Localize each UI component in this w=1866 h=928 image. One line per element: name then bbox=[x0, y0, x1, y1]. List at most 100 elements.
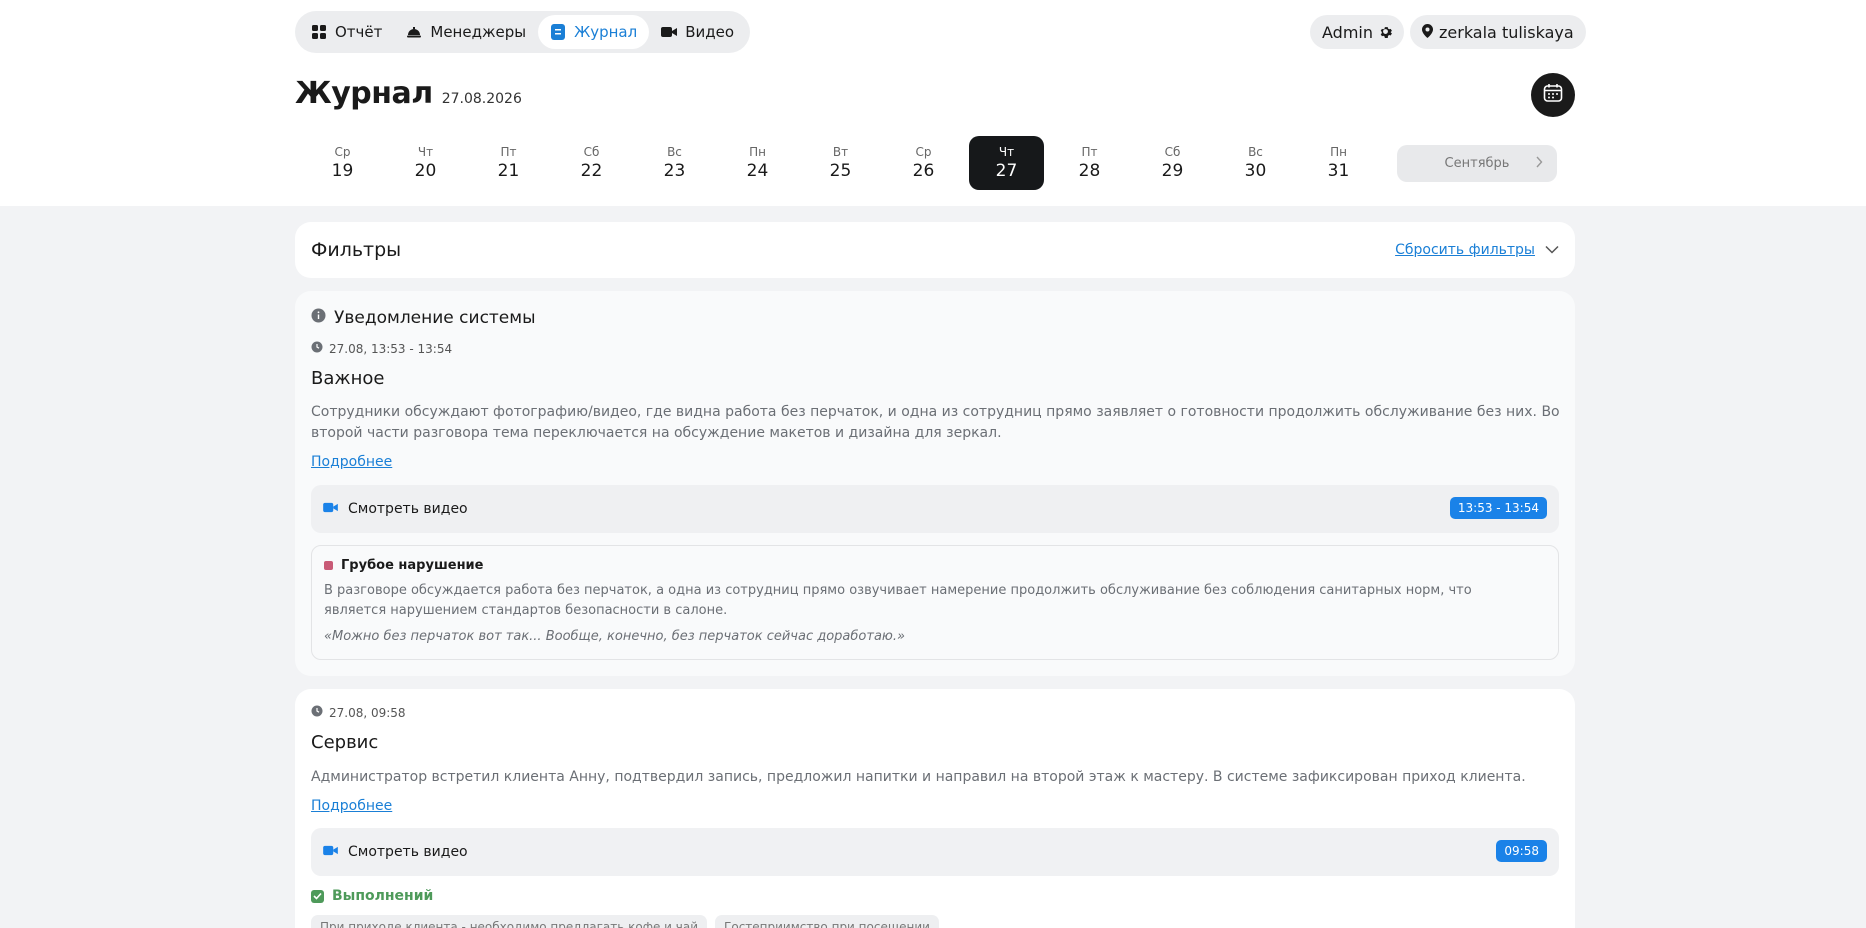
nav-tab-label: Менеджеры bbox=[430, 23, 527, 41]
day-weekday: Вс bbox=[1248, 145, 1263, 159]
day-25[interactable]: Вт 25 bbox=[803, 136, 878, 190]
video-camera-icon bbox=[323, 844, 338, 860]
day-number: 27 bbox=[995, 161, 1018, 181]
day-30[interactable]: Вс 30 bbox=[1218, 136, 1293, 190]
day-number: 30 bbox=[1244, 161, 1267, 181]
day-number: 19 bbox=[331, 161, 354, 181]
watch-video-label: Смотреть видео bbox=[348, 844, 468, 860]
chevron-down-icon[interactable] bbox=[1545, 242, 1559, 258]
page-header: Журнал 27.08.2026 bbox=[295, 76, 522, 111]
day-number: 25 bbox=[829, 161, 852, 181]
nav-tab-managers[interactable]: Менеджеры bbox=[394, 15, 538, 49]
day-weekday: Пт bbox=[1081, 145, 1098, 159]
day-31[interactable]: Пн 31 bbox=[1301, 136, 1376, 190]
details-link[interactable]: Подробнее bbox=[311, 454, 392, 470]
event-card-system: Уведомление системы 27.08, 13:53 - 13:54… bbox=[295, 291, 1575, 676]
filters-title: Фильтры bbox=[311, 239, 402, 261]
day-28[interactable]: Пт 28 bbox=[1052, 136, 1127, 190]
video-time-badge: 13:53 - 13:54 bbox=[1449, 497, 1547, 519]
system-notice: Уведомление системы bbox=[311, 308, 536, 328]
day-weekday: Чт bbox=[417, 145, 434, 159]
day-weekday: Пн bbox=[1330, 145, 1347, 159]
nav-tab-report[interactable]: Отчёт bbox=[299, 15, 394, 49]
reset-filters-link[interactable]: Сбросить фильтры bbox=[1395, 242, 1535, 258]
violation-text: В разговоре обсуждается работа без перча… bbox=[324, 583, 1472, 618]
day-24[interactable]: Пн 24 bbox=[720, 136, 795, 190]
day-number: 20 bbox=[414, 161, 437, 181]
day-19[interactable]: Ср 19 bbox=[305, 136, 380, 190]
day-weekday: Сб bbox=[583, 145, 600, 159]
event-time-label: 27.08, 13:53 - 13:54 bbox=[329, 341, 453, 356]
day-29[interactable]: Сб 29 bbox=[1135, 136, 1210, 190]
page-title: Журнал bbox=[295, 76, 433, 111]
violation-title: Грубое нарушение bbox=[341, 558, 484, 573]
violation-marker-icon bbox=[324, 561, 333, 570]
admin-button[interactable]: Admin bbox=[1310, 15, 1404, 49]
main-nav: Отчёт Менеджеры Журнал Видео bbox=[295, 11, 751, 53]
event-category: Важное bbox=[311, 368, 385, 389]
journal-icon bbox=[550, 24, 566, 40]
day-21[interactable]: Пт 21 bbox=[471, 136, 546, 190]
location-button[interactable]: zerkala tuliskaya bbox=[1410, 15, 1586, 49]
day-27[interactable]: Чт 27 bbox=[969, 136, 1044, 190]
event-description: Администратор встретил клиента Анну, под… bbox=[311, 769, 1526, 785]
day-weekday: Пт bbox=[500, 145, 517, 159]
video-time-badge: 09:58 bbox=[1496, 840, 1547, 862]
day-number: 24 bbox=[746, 161, 769, 181]
completed-block: Выполнений bbox=[311, 888, 433, 904]
day-number: 28 bbox=[1078, 161, 1101, 181]
location-label: zerkala tuliskaya bbox=[1439, 22, 1574, 42]
completed-label: Выполнений bbox=[332, 888, 434, 904]
day-number: 22 bbox=[580, 161, 603, 181]
page-date: 27.08.2026 bbox=[441, 91, 522, 107]
day-22[interactable]: Сб 22 bbox=[554, 136, 629, 190]
clock-icon bbox=[311, 705, 323, 720]
event-time-label: 27.08, 09:58 bbox=[329, 705, 406, 720]
event-time: 27.08, 13:53 - 13:54 bbox=[311, 341, 452, 356]
nav-tab-journal[interactable]: Журнал bbox=[538, 15, 650, 49]
tag-list: При приходе клиента - необходимо предлаг… bbox=[311, 915, 939, 928]
day-number: 21 bbox=[497, 161, 520, 181]
day-number: 26 bbox=[912, 161, 935, 181]
day-23[interactable]: Вс 23 bbox=[637, 136, 712, 190]
nav-tab-label: Видео bbox=[685, 23, 735, 41]
system-notice-label: Уведомление системы bbox=[334, 308, 536, 328]
details-link[interactable]: Подробнее bbox=[311, 798, 392, 814]
watch-video-button[interactable]: Смотреть видео 13:53 - 13:54 bbox=[311, 485, 1559, 533]
day-number: 29 bbox=[1161, 161, 1184, 181]
chevron-right-icon bbox=[1535, 156, 1543, 172]
day-20[interactable]: Чт 20 bbox=[388, 136, 463, 190]
next-month-button[interactable]: Сентябрь bbox=[1397, 145, 1557, 182]
day-weekday: Ср bbox=[915, 145, 932, 159]
day-number: 23 bbox=[663, 161, 686, 181]
grid-icon bbox=[311, 24, 327, 40]
nav-tab-video[interactable]: Видео bbox=[649, 15, 746, 49]
filters-panel[interactable]: Фильтры Сбросить фильтры bbox=[295, 222, 1575, 278]
day-weekday: Сб bbox=[1164, 145, 1181, 159]
day-weekday: Пн bbox=[749, 145, 766, 159]
clock-icon bbox=[311, 341, 323, 356]
tag: При приходе клиента - необходимо предлаг… bbox=[311, 915, 708, 928]
calendar-button[interactable] bbox=[1531, 73, 1575, 117]
event-time: 27.08, 09:58 bbox=[311, 705, 406, 720]
nav-tab-label: Журнал bbox=[574, 23, 638, 41]
day-number: 31 bbox=[1327, 161, 1350, 181]
cloche-icon bbox=[406, 24, 422, 40]
event-category: Сервис bbox=[311, 732, 379, 753]
watch-video-label: Смотреть видео bbox=[348, 501, 468, 517]
tag: Гостеприимство при посещении bbox=[715, 915, 939, 928]
day-weekday: Вт bbox=[832, 145, 849, 159]
video-camera-icon bbox=[661, 24, 678, 40]
violation-quote: «Можно без перчаток вот так... Вообще, к… bbox=[324, 629, 906, 644]
day-strip: Ср 19 Чт 20 Пт 21 Сб 22 Вс 23 Пн 24 Вт 25 Ср 26 Чт 27 Пт 28… bbox=[305, 136, 1384, 190]
video-camera-icon bbox=[323, 501, 338, 517]
day-weekday: Чт bbox=[998, 145, 1015, 159]
info-icon bbox=[311, 308, 326, 328]
admin-label: Admin bbox=[1322, 22, 1373, 42]
day-26[interactable]: Ср 26 bbox=[886, 136, 961, 190]
event-description: Сотрудники обсуждают фотографию/видео, г… bbox=[311, 404, 1560, 441]
nav-tab-label: Отчёт bbox=[335, 23, 383, 41]
check-icon bbox=[311, 889, 324, 903]
next-month-label: Сентябрь bbox=[1444, 156, 1510, 171]
watch-video-button[interactable]: Смотреть видео 09:58 bbox=[311, 828, 1559, 876]
